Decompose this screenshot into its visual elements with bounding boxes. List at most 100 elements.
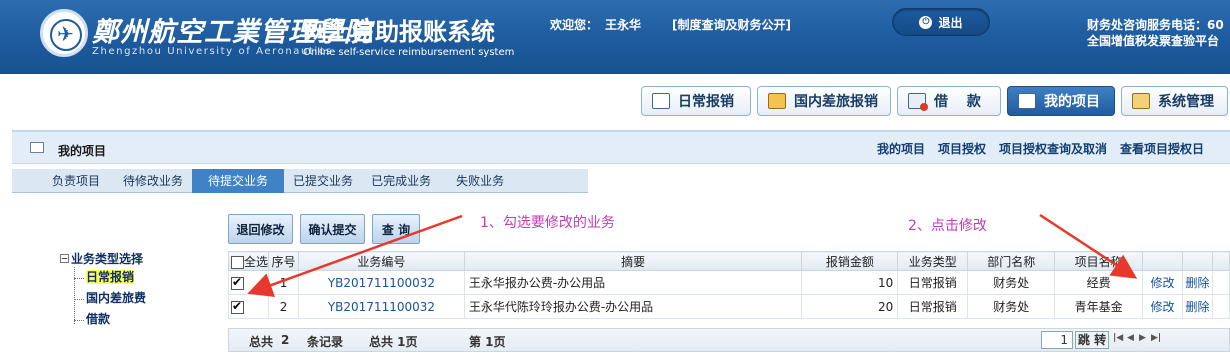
module-system-management[interactable]: 系统管理 (1121, 86, 1228, 116)
page-number-input[interactable]: 1 (1041, 331, 1073, 349)
system-subtitle: Online self-service reimbursement system (303, 47, 515, 58)
go-page-button[interactable]: 跳 转 (1075, 331, 1109, 349)
module-label: 国内差旅报销 (794, 94, 878, 110)
logout-label: 退出 (938, 15, 963, 30)
header-summary: 摘要 (463, 251, 803, 271)
tree-item-label: 日常报销 (86, 270, 135, 284)
row-type: 日常报销 (897, 294, 969, 319)
link-authorization-query-cancel[interactable]: 项目授权查询及取消 (999, 140, 1107, 157)
row-index: 1 (268, 270, 299, 295)
tab-pending-submission[interactable]: 待提交业务 (192, 169, 285, 193)
row-amount: 10 (801, 270, 899, 295)
row-spacer (1211, 270, 1230, 295)
row-code-link[interactable]: YB201711100032 (298, 294, 465, 319)
pager-pages: 总共 1页 (369, 335, 418, 349)
pager-current: 第 1页 (469, 335, 506, 349)
row-spacer (1211, 294, 1230, 319)
module-domestic-travel[interactable]: 国内差旅报销 (757, 86, 891, 116)
header-project: 项目名称 (1054, 251, 1144, 271)
document-icon (652, 93, 670, 109)
module-label: 借 款 (934, 94, 981, 110)
row-summary: 王永华报办公费-办公用品 (463, 270, 803, 295)
business-type-tree: − 业务类型选择 日常报销 国内差旅费 借款 (60, 250, 146, 330)
module-daily-reimbursement[interactable]: 日常报销 (641, 86, 751, 116)
business-table: 全选 序号 业务编号 摘要 报销金额 业务类型 部门名称 项目名称 1 YB20… (227, 251, 1230, 319)
header-delete (1182, 251, 1213, 271)
pager-records-label: 条记录 (307, 335, 344, 349)
page-title: 我的项目 (58, 144, 107, 158)
row-delete-link[interactable]: 删除 (1182, 270, 1213, 295)
module-label: 我的项目 (1044, 94, 1100, 110)
row-code-link[interactable]: YB201711100032 (298, 270, 465, 295)
tree-item-loan[interactable]: 借款 (73, 309, 146, 330)
row-delete-link[interactable]: 删除 (1182, 294, 1213, 319)
row-amount: 20 (801, 294, 899, 319)
row-edit-link[interactable]: 修改 (1142, 270, 1183, 295)
header-dept: 部门名称 (967, 251, 1056, 271)
user-name: 王永华 (605, 18, 642, 32)
tab-pending-modification[interactable]: 待修改业务 (114, 169, 192, 193)
return-modify-button[interactable]: 退回修改 (228, 214, 293, 244)
query-button[interactable]: 查 询 (372, 214, 420, 244)
plane-icon: ✈ (57, 22, 74, 46)
tab-responsible-projects[interactable]: 负责项目 (12, 169, 114, 193)
confirm-submit-button[interactable]: 确认提交 (300, 214, 365, 244)
link-project-authorization[interactable]: 项目授权 (938, 140, 986, 157)
row-project: 经费 (1054, 270, 1144, 295)
school-logo: ✈ (40, 9, 88, 57)
tree-branch: 日常报销 国内差旅费 借款 (73, 267, 147, 330)
logout-button[interactable]: ⏻ 退出 (892, 8, 990, 36)
table-row: 2 YB201711100032 王永华代陈玲玲报办公费-办公用品 20 日常报… (227, 294, 1230, 319)
tree-root[interactable]: − 业务类型选择 (60, 250, 146, 267)
annotation-step1: 1、勾选要修改的业务 (480, 215, 615, 231)
next-page-icon[interactable]: ▶ (1139, 333, 1146, 343)
tree-root-label: 业务类型选择 (71, 252, 144, 266)
link-my-projects[interactable]: 我的项目 (877, 140, 925, 157)
tree-item-travel[interactable]: 国内差旅费 (73, 288, 147, 309)
row-type: 日常报销 (897, 270, 969, 295)
phone-info: 财务处咨询服务电话：60 (1087, 18, 1224, 32)
first-page-icon[interactable]: |◀ (1113, 333, 1123, 343)
table-header-row: 全选 序号 业务编号 摘要 报销金额 业务类型 部门名称 项目名称 (227, 251, 1230, 271)
page-links: 我的项目 项目授权 项目授权查询及取消 查看项目授权日 (877, 140, 1204, 157)
row-select-cell (227, 270, 270, 295)
welcome-label: 欢迎您： (550, 18, 599, 32)
invoice-check-link[interactable]: 全国增值税发票查验平台 (1087, 32, 1219, 49)
policy-finance-link[interactable]: [制度查询及财务公开] (672, 16, 791, 33)
module-label: 日常报销 (678, 94, 734, 110)
tab-submitted[interactable]: 已提交业务 (284, 169, 362, 193)
table-row: 1 YB201711100032 王永华报办公费-办公用品 10 日常报销 财务… (227, 270, 1230, 295)
school-name-en: Zhengzhou University of Aeronautics (92, 46, 333, 57)
row-checkbox[interactable] (231, 275, 244, 290)
row-summary: 王永华代陈玲玲报办公费-办公用品 (463, 294, 803, 319)
module-loan[interactable]: 借 款 (897, 86, 1001, 116)
row-checkbox[interactable] (231, 299, 244, 314)
page-header-bar: 我的项目 我的项目 项目授权 项目授权查询及取消 查看项目授权日 (12, 130, 1230, 164)
row-edit-link[interactable]: 修改 (1142, 294, 1183, 319)
select-all-cell: 全选 (227, 251, 270, 271)
prev-page-icon[interactable]: ◀ (1127, 333, 1134, 343)
collapse-icon[interactable]: − (60, 254, 69, 263)
tab-completed[interactable]: 已完成业务 (362, 169, 440, 193)
row-dept: 财务处 (967, 294, 1056, 319)
header-amount: 报销金额 (801, 251, 899, 271)
annotation-step2: 2、点击修改 (908, 218, 987, 234)
last-page-icon[interactable]: ▶| (1151, 333, 1161, 343)
settings-icon (1132, 93, 1150, 109)
header-spacer (1211, 251, 1230, 271)
page-icon (30, 142, 44, 153)
row-index: 2 (268, 294, 299, 319)
select-all-label: 全选 (244, 254, 269, 269)
module-my-projects[interactable]: 我的项目 (1007, 86, 1115, 116)
row-select-cell (227, 294, 270, 319)
tab-failed[interactable]: 失败业务 (440, 169, 513, 193)
select-all-checkbox[interactable] (231, 255, 244, 269)
system-title: 网上自助报账系统 (303, 18, 495, 46)
subtabs: 负责项目 待修改业务 待提交业务 已提交业务 已完成业务 失败业务 (12, 169, 588, 193)
header-code: 业务编号 (298, 251, 465, 271)
header-index: 序号 (268, 251, 299, 271)
loan-icon (908, 93, 928, 111)
tree-item-daily[interactable]: 日常报销 (73, 267, 146, 288)
link-view-authorization-log[interactable]: 查看项目授权日 (1120, 140, 1204, 157)
tree-item-label: 国内差旅费 (86, 291, 147, 305)
